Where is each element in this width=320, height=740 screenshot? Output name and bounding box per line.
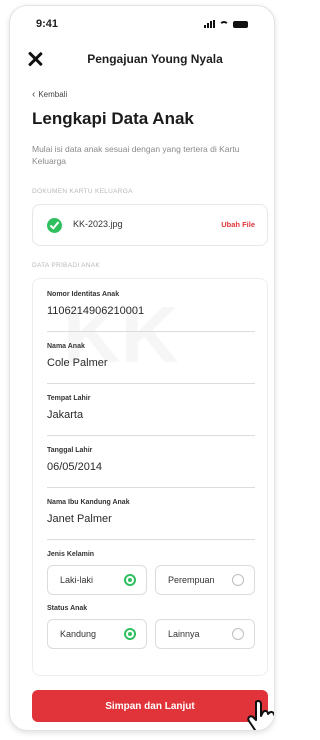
id-number-field[interactable]: Nomor Identitas Anak 1106214906210001: [47, 291, 255, 332]
phone-frame: 9:41 Pengajuan Young Nyala ‹ Kembali Len…: [9, 5, 275, 731]
battery-icon: [233, 20, 248, 28]
app-bar: Pengajuan Young Nyala: [10, 46, 274, 74]
status-time: 9:41: [36, 18, 59, 30]
field-value: 06/05/2014: [47, 461, 103, 473]
close-icon[interactable]: [26, 50, 44, 68]
back-label: Kembali: [38, 90, 68, 99]
option-label: Laki-laki: [60, 575, 94, 585]
field-label: Nama Ibu Kandung Anak: [47, 499, 130, 506]
status-option-biological[interactable]: Kandung: [47, 619, 147, 649]
page-title: Lengkapi Data Anak: [32, 109, 194, 128]
save-continue-button[interactable]: Simpan dan Lanjut: [32, 690, 268, 722]
child-data-form: KK Nomor Identitas Anak 1106214906210001…: [32, 278, 268, 676]
field-label: Nomor Identitas Anak: [47, 291, 120, 298]
gender-label: Jenis Kelamin: [47, 551, 95, 558]
uploaded-file-card: KK-2023.jpg Ubah File: [32, 204, 268, 246]
mother-name-field[interactable]: Nama Ibu Kandung Anak Janet Palmer: [47, 499, 255, 540]
field-label: Tempat Lahir: [47, 395, 91, 402]
page-description: Mulai isi data anak sesuai dengan yang t…: [32, 144, 240, 166]
radio-unselected-icon[interactable]: [232, 574, 244, 586]
file-name: KK-2023.jpg: [73, 219, 123, 229]
birthdate-field[interactable]: Tanggal Lahir 06/05/2014: [47, 447, 255, 488]
option-label: Lainnya: [168, 629, 200, 639]
birthplace-field[interactable]: Tempat Lahir Jakarta: [47, 395, 255, 436]
radio-selected-icon[interactable]: [124, 628, 136, 640]
status-bar: 9:41: [10, 6, 274, 42]
field-value: 1106214906210001: [47, 305, 145, 317]
option-label: Perempuan: [168, 575, 215, 585]
app-bar-title: Pengajuan Young Nyala: [87, 52, 223, 66]
child-status-label: Status Anak: [47, 605, 88, 612]
status-option-other[interactable]: Lainnya: [155, 619, 255, 649]
child-name-field[interactable]: Nama Anak Cole Palmer: [47, 343, 255, 384]
radio-unselected-icon[interactable]: [232, 628, 244, 640]
personal-section-label: DATA PRIBADI ANAK: [32, 262, 101, 269]
field-value: Cole Palmer: [47, 357, 108, 369]
signal-icon: [204, 20, 215, 28]
field-value: Janet Palmer: [47, 513, 112, 525]
chevron-left-icon: ‹: [32, 88, 36, 100]
gender-option-male[interactable]: Laki-laki: [47, 565, 147, 595]
option-label: Kandung: [60, 629, 97, 639]
field-label: Tanggal Lahir: [47, 447, 93, 454]
change-file-link[interactable]: Ubah File: [221, 220, 255, 229]
field-value: Jakarta: [47, 409, 84, 421]
status-icons: [204, 20, 248, 28]
gender-option-female[interactable]: Perempuan: [155, 565, 255, 595]
back-link[interactable]: ‹ Kembali: [32, 88, 68, 100]
wifi-icon: [219, 20, 229, 28]
hand-pointer-icon: [247, 700, 274, 730]
radio-selected-icon[interactable]: [124, 574, 136, 586]
document-section-label: DOKUMEN KARTU KELUARGA: [32, 188, 133, 195]
field-label: Nama Anak: [47, 343, 85, 350]
check-circle-icon: [47, 218, 62, 233]
